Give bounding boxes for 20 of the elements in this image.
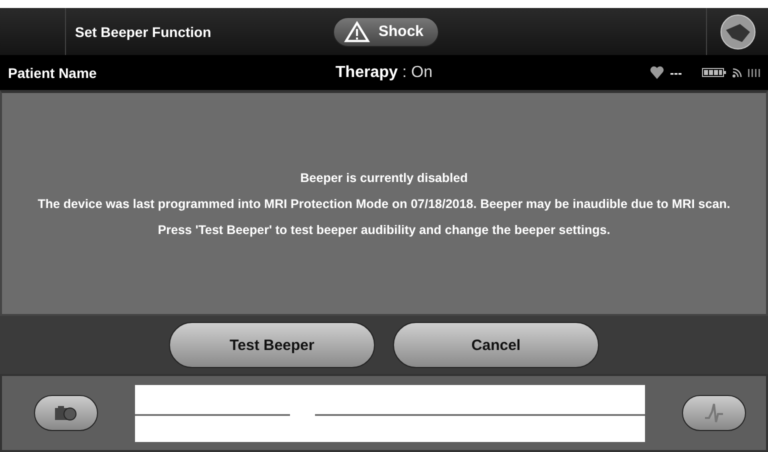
waveform-icon bbox=[704, 402, 724, 424]
ecg-button[interactable] bbox=[682, 395, 746, 431]
message-text: Press 'Test Beeper' to test beeper audibility and change the beeper settings. bbox=[158, 222, 610, 236]
shock-button[interactable]: Shock bbox=[333, 16, 438, 46]
cancel-button[interactable]: Cancel bbox=[393, 322, 599, 368]
wireless-icon bbox=[732, 68, 742, 78]
battery-icon bbox=[702, 68, 726, 77]
signal-icon bbox=[748, 68, 760, 76]
heart-rate: --- bbox=[670, 66, 682, 80]
patient-name: Patient Name bbox=[8, 64, 98, 80]
test-beeper-button[interactable]: Test Beeper bbox=[169, 322, 375, 368]
warning-icon bbox=[344, 20, 370, 42]
device-icon[interactable] bbox=[720, 14, 756, 50]
screen-title: Set Beeper Function bbox=[74, 24, 212, 40]
heart-icon bbox=[650, 66, 664, 79]
therapy-status: Therapy : On bbox=[336, 64, 432, 82]
message-text: Beeper is currently disabled bbox=[300, 170, 468, 184]
camera-icon bbox=[54, 405, 78, 421]
camera-button[interactable] bbox=[34, 395, 98, 431]
message-text: The device was last programmed into MRI Protection Mode on 07/18/2018. Beeper may be inaudible due to MRI scan. bbox=[38, 196, 730, 210]
